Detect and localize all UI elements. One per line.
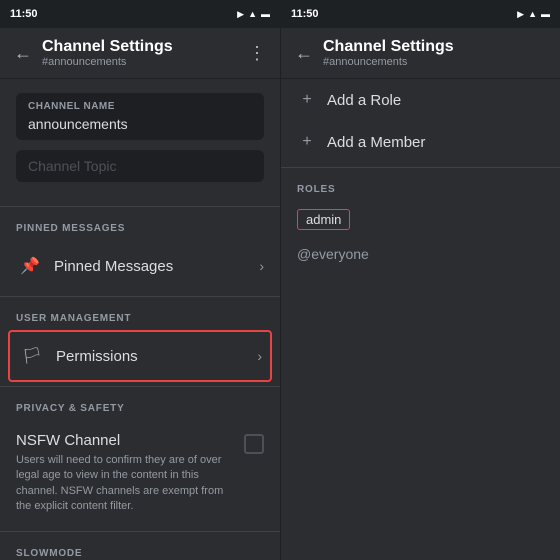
user-management-header: USER MANAGEMENT <box>0 301 280 330</box>
channel-topic-placeholder: Channel Topic <box>28 158 252 174</box>
pinned-messages-label: Pinned Messages <box>54 258 259 275</box>
role-admin-badge: admin <box>297 209 350 230</box>
wifi-icon: ▲ <box>248 9 257 19</box>
back-button-right[interactable]: ← <box>295 43 313 64</box>
nsfw-title: NSFW Channel <box>16 432 234 449</box>
channel-name-label: Channel Name <box>28 101 252 112</box>
page-subtitle-left: #announcements <box>42 56 238 68</box>
permissions-chevron-icon: › <box>257 348 262 364</box>
channel-name-section: Channel Name announcements Channel Topic <box>0 79 280 202</box>
slowmode-header: SLOWMODE <box>0 536 280 560</box>
pin-icon: 📌 <box>16 252 44 280</box>
page-subtitle-right: #announcements <box>323 56 546 68</box>
permissions-label: Permissions <box>56 348 257 365</box>
add-member-label: Add a Member <box>327 134 425 151</box>
role-everyone-item[interactable]: @everyone <box>281 238 560 270</box>
divider-2 <box>0 296 280 297</box>
page-title-right: Channel Settings <box>323 38 546 56</box>
signal-icon-right: ▶ <box>517 9 524 20</box>
divider-roles <box>281 167 560 168</box>
back-button-left[interactable]: ← <box>14 43 32 64</box>
header-left: ← Channel Settings #announcements ⋮ <box>0 28 280 79</box>
header-right: ← Channel Settings #announcements <box>281 28 560 79</box>
role-admin-item[interactable]: admin <box>281 201 560 238</box>
header-text-left: Channel Settings #announcements <box>42 38 238 68</box>
time-left: 11:50 <box>10 8 38 20</box>
add-member-icon: + <box>297 133 317 151</box>
right-content: + Add a Role + Add a Member ROLES admin … <box>281 79 560 560</box>
channel-name-value: announcements <box>28 116 252 132</box>
channel-name-input[interactable]: Channel Name announcements <box>16 93 264 140</box>
permissions-item[interactable]: 🏳 Permissions › <box>8 330 272 382</box>
add-role-item[interactable]: + Add a Role <box>281 79 560 121</box>
pinned-messages-header: PINNED MESSAGES <box>0 211 280 240</box>
privacy-safety-header: PRIVACY & SAFETY <box>0 391 280 420</box>
nsfw-desc: Users will need to confirm they are of o… <box>16 453 234 515</box>
pinned-messages-item[interactable]: 📌 Pinned Messages › <box>0 240 280 292</box>
left-panel: 11:50 ▶ ▲ ▬ ← Channel Settings #announce… <box>0 0 280 560</box>
divider-3 <box>0 386 280 387</box>
battery-icon-right: ▬ <box>541 9 550 19</box>
channel-topic-input[interactable]: Channel Topic <box>16 150 264 182</box>
permissions-icon: 🏳 <box>18 342 46 370</box>
divider-4 <box>0 531 280 532</box>
roles-section-header: ROLES <box>281 172 560 201</box>
header-text-right: Channel Settings #announcements <box>323 38 546 68</box>
left-content: Channel Name announcements Channel Topic… <box>0 79 280 560</box>
status-icons-right: ▶ ▲ ▬ <box>517 9 550 20</box>
signal-icon: ▶ <box>237 9 244 20</box>
status-bar-right: 11:50 ▶ ▲ ▬ <box>281 0 560 28</box>
nsfw-checkbox[interactable] <box>244 434 264 454</box>
status-bar-left: 11:50 ▶ ▲ ▬ <box>0 0 280 28</box>
battery-icon: ▬ <box>261 9 270 19</box>
divider-1 <box>0 206 280 207</box>
chevron-right-icon: › <box>259 258 264 274</box>
add-role-label: Add a Role <box>327 92 401 109</box>
add-member-item[interactable]: + Add a Member <box>281 121 560 163</box>
time-right: 11:50 <box>291 8 319 20</box>
right-panel: 11:50 ▶ ▲ ▬ ← Channel Settings #announce… <box>280 0 560 560</box>
page-title-left: Channel Settings <box>42 38 238 56</box>
add-role-icon: + <box>297 91 317 109</box>
menu-button-left[interactable]: ⋮ <box>248 43 266 64</box>
status-icons-left: ▶ ▲ ▬ <box>237 9 270 20</box>
nsfw-text: NSFW Channel Users will need to confirm … <box>16 432 234 515</box>
wifi-icon-right: ▲ <box>528 9 537 19</box>
nsfw-item: NSFW Channel Users will need to confirm … <box>0 420 280 527</box>
